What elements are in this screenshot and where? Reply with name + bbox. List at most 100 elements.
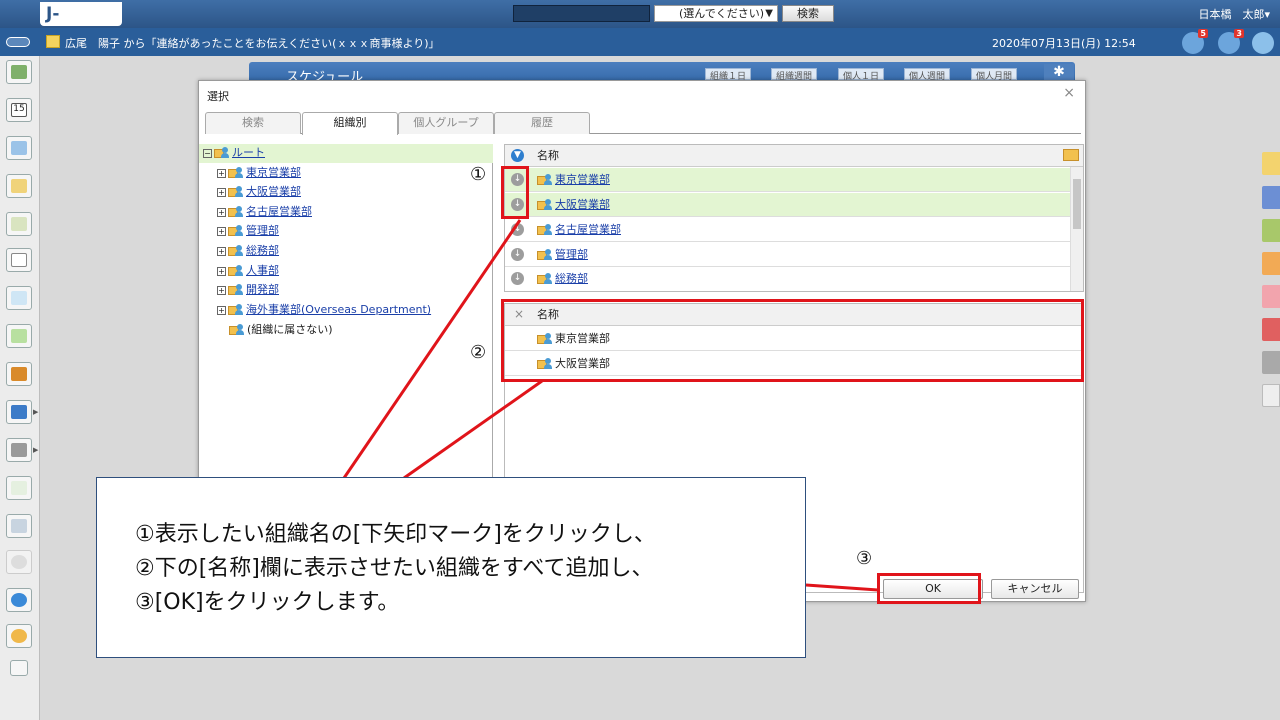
tree-item[interactable]: + 大阪営業部 — [217, 183, 301, 201]
tree-label: (組織に属さない) — [247, 323, 333, 336]
down-arrow-icon[interactable]: ↓ — [511, 223, 524, 236]
clipboard-icon[interactable] — [6, 248, 32, 272]
list-item-label[interactable]: 管理部 — [555, 248, 588, 261]
color-tab-blue[interactable] — [1262, 186, 1280, 209]
down-arrow-icon[interactable]: ↓ — [511, 272, 524, 285]
list-item-label[interactable]: 東京営業部 — [555, 173, 610, 186]
list-scrollbar[interactable] — [1070, 167, 1083, 291]
organization-icon — [228, 304, 244, 316]
tab-history[interactable]: 履歴 — [494, 112, 590, 134]
tree-label[interactable]: 大阪営業部 — [246, 185, 301, 198]
select-value: (選んでください) — [679, 7, 765, 20]
address-book-icon[interactable] — [6, 362, 32, 386]
tree-item[interactable]: + 開発部 — [217, 281, 279, 299]
board-icon[interactable] — [6, 212, 32, 236]
folder-icon[interactable] — [6, 438, 32, 462]
tree-label[interactable]: 開発部 — [246, 283, 279, 296]
expand-icon[interactable]: ▶ — [33, 446, 38, 454]
app-logo[interactable]: J-MOTTO — [40, 2, 122, 48]
color-tab-orange[interactable] — [1262, 252, 1280, 275]
tab-org-day[interactable]: 組織１日 — [705, 68, 752, 82]
text-icon[interactable] — [10, 660, 28, 676]
search-button[interactable]: 検索 — [782, 5, 834, 22]
color-tab-pink[interactable] — [1262, 285, 1280, 308]
tree-label[interactable]: 名古屋営業部 — [246, 205, 312, 218]
tree-item[interactable]: + 東京営業部 — [217, 164, 301, 182]
expand-icon[interactable]: + — [217, 305, 226, 315]
list-item[interactable]: ↓ 総務部 — [505, 267, 1071, 291]
memo-icon[interactable] — [6, 174, 32, 198]
tree-label[interactable]: ルート — [232, 146, 265, 159]
support-icon[interactable] — [6, 624, 32, 648]
broadcast-icon[interactable]: 5 — [1182, 29, 1208, 54]
list-item[interactable]: ↓ 大阪営業部 — [505, 193, 1071, 217]
search-scope-select[interactable]: (選んでください) ▼ — [654, 5, 778, 22]
chat-icon[interactable]: 3 — [1218, 29, 1244, 54]
settings-icon[interactable] — [6, 550, 32, 574]
tab-personal-group[interactable]: 個人グループ — [398, 112, 494, 134]
instruction-callout: ①表示したい組織名の[下矢印マーク]をクリックし、 ②下の[名称]欄に表示させた… — [96, 477, 806, 658]
tree-item-root[interactable]: − ルート — [203, 144, 265, 162]
highlight-ok-button — [877, 573, 981, 604]
timecard-icon[interactable] — [6, 476, 32, 500]
expand-icon[interactable]: + — [217, 207, 226, 217]
expand-icon[interactable]: + — [217, 246, 226, 256]
list-item[interactable]: ↓ 管理部 — [505, 243, 1071, 267]
collapse-icon[interactable]: − — [203, 148, 212, 158]
cancel-button[interactable]: キャンセル — [991, 579, 1079, 599]
expand-icon[interactable]: + — [217, 168, 226, 178]
global-search-input[interactable] — [513, 5, 650, 22]
tree-label[interactable]: 東京営業部 — [246, 166, 301, 179]
list-item-label[interactable]: 名古屋営業部 — [555, 223, 621, 236]
notification-text[interactable]: 広尾 陽子 から「連絡があったことをお伝えください(ｘｘｘ商事様より)」 — [65, 35, 440, 51]
portal-icon[interactable] — [6, 60, 32, 84]
document-search-icon[interactable] — [6, 286, 32, 310]
user-menu[interactable]: 日本橋 太郎▾ — [1198, 6, 1270, 22]
tab-personal-day[interactable]: 個人１日 — [838, 68, 885, 82]
expand-icon[interactable]: + — [217, 285, 226, 295]
notification-bar: 広尾 陽子 から「連絡があったことをお伝えください(ｘｘｘ商事様より)」 202… — [0, 28, 1280, 56]
tab-personal-week[interactable]: 個人週間 — [904, 68, 951, 82]
workflow-icon[interactable] — [6, 324, 32, 348]
list-item[interactable]: ↓ 名古屋営業部 — [505, 218, 1071, 242]
tree-label[interactable]: 総務部 — [246, 244, 279, 257]
tree-item[interactable]: + 名古屋営業部 — [217, 203, 312, 221]
tree-item[interactable]: + 人事部 — [217, 262, 279, 280]
list-item[interactable]: ↓ 東京営業部 — [505, 168, 1071, 192]
message-icon — [46, 35, 60, 48]
pencil-icon[interactable] — [1262, 384, 1280, 407]
tree-item[interactable]: + 海外事業部(Overseas Department) — [217, 301, 431, 319]
expand-icon[interactable]: + — [217, 266, 226, 276]
neo-icon[interactable] — [6, 400, 32, 424]
tree-label[interactable]: 管理部 — [246, 224, 279, 237]
add-all-icon[interactable]: ▼ — [511, 149, 524, 162]
calendar-side-icon[interactable] — [1262, 152, 1280, 175]
tree-item[interactable]: + 管理部 — [217, 222, 279, 240]
tree-label[interactable]: 海外事業部(Overseas Department) — [246, 303, 431, 316]
color-tab-gray[interactable] — [1262, 351, 1280, 374]
expand-icon[interactable]: + — [217, 187, 226, 197]
tree-label[interactable]: 人事部 — [246, 264, 279, 277]
scroll-thumb[interactable] — [1073, 179, 1081, 229]
expand-icon[interactable]: + — [217, 226, 226, 236]
color-tab-red[interactable] — [1262, 318, 1280, 341]
help-icon[interactable] — [6, 588, 32, 612]
down-arrow-icon[interactable]: ↓ — [511, 248, 524, 261]
tab-org-week[interactable]: 組織週間 — [771, 68, 818, 82]
expand-icon[interactable]: ▶ — [33, 408, 38, 416]
toggle-icon[interactable] — [6, 37, 30, 47]
facility-icon[interactable] — [6, 136, 32, 160]
list-item-label[interactable]: 大阪営業部 — [555, 198, 610, 211]
folder-up-icon[interactable] — [1063, 149, 1079, 161]
close-icon[interactable]: × — [1063, 85, 1075, 101]
tab-organization[interactable]: 組織別 — [302, 112, 398, 135]
user-icon[interactable] — [1252, 32, 1274, 54]
tree-item[interactable]: + 総務部 — [217, 242, 279, 260]
tree-item-unassigned[interactable]: (組織に属さない) — [229, 321, 333, 339]
expense-icon[interactable] — [6, 514, 32, 538]
tab-search[interactable]: 検索 — [205, 112, 301, 134]
color-tab-green[interactable] — [1262, 219, 1280, 242]
calendar-icon[interactable]: 15 — [6, 98, 32, 122]
list-item-label[interactable]: 総務部 — [555, 272, 588, 285]
tab-personal-month[interactable]: 個人月間 — [971, 68, 1018, 82]
